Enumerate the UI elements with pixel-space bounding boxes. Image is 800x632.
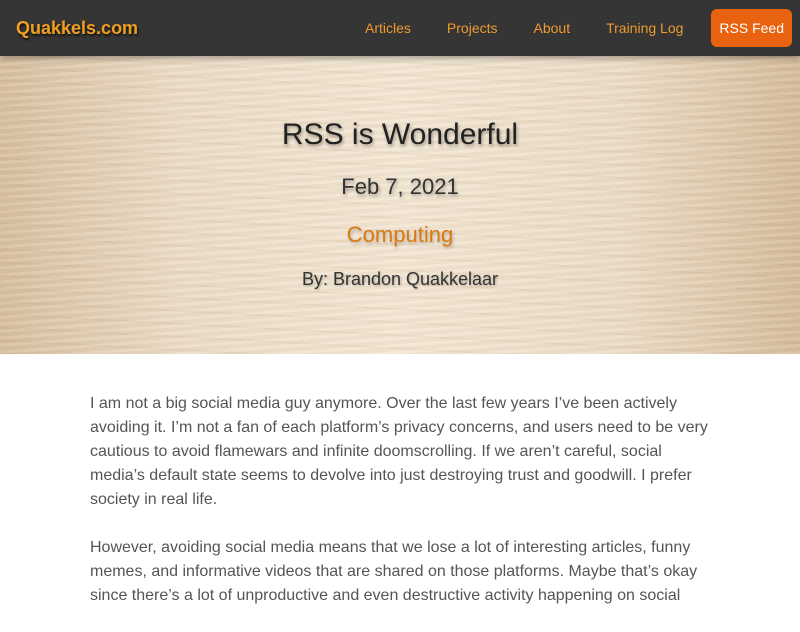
post-title: RSS is Wonderful [281, 118, 519, 151]
post-date: Feb 7, 2021 [341, 174, 459, 199]
rss-feed-button[interactable]: RSS Feed [711, 9, 792, 47]
post-body: I am not a big social media guy anymore.… [90, 392, 710, 632]
nav-link-about[interactable]: About [516, 0, 589, 56]
post-category-link[interactable]: Computing [0, 222, 800, 248]
post-header-hero: RSS is Wonderful Feb 7, 2021 Computing B… [0, 56, 800, 354]
nav-link-projects[interactable]: Projects [429, 0, 516, 56]
post-author: By: Brandon Quakkelaar [301, 269, 499, 289]
post-paragraph: I am not a big social media guy anymore.… [90, 395, 708, 508]
post-paragraph: However, avoiding social media means tha… [90, 539, 698, 604]
nav-link-training-log[interactable]: Training Log [588, 0, 701, 56]
nav-links: Articles Projects About Training Log RSS… [347, 0, 792, 56]
nav-link-articles[interactable]: Articles [347, 0, 429, 56]
top-navbar: Quakkels.com Articles Projects About Tra… [0, 0, 800, 56]
site-brand-link[interactable]: Quakkels.com [16, 0, 138, 56]
